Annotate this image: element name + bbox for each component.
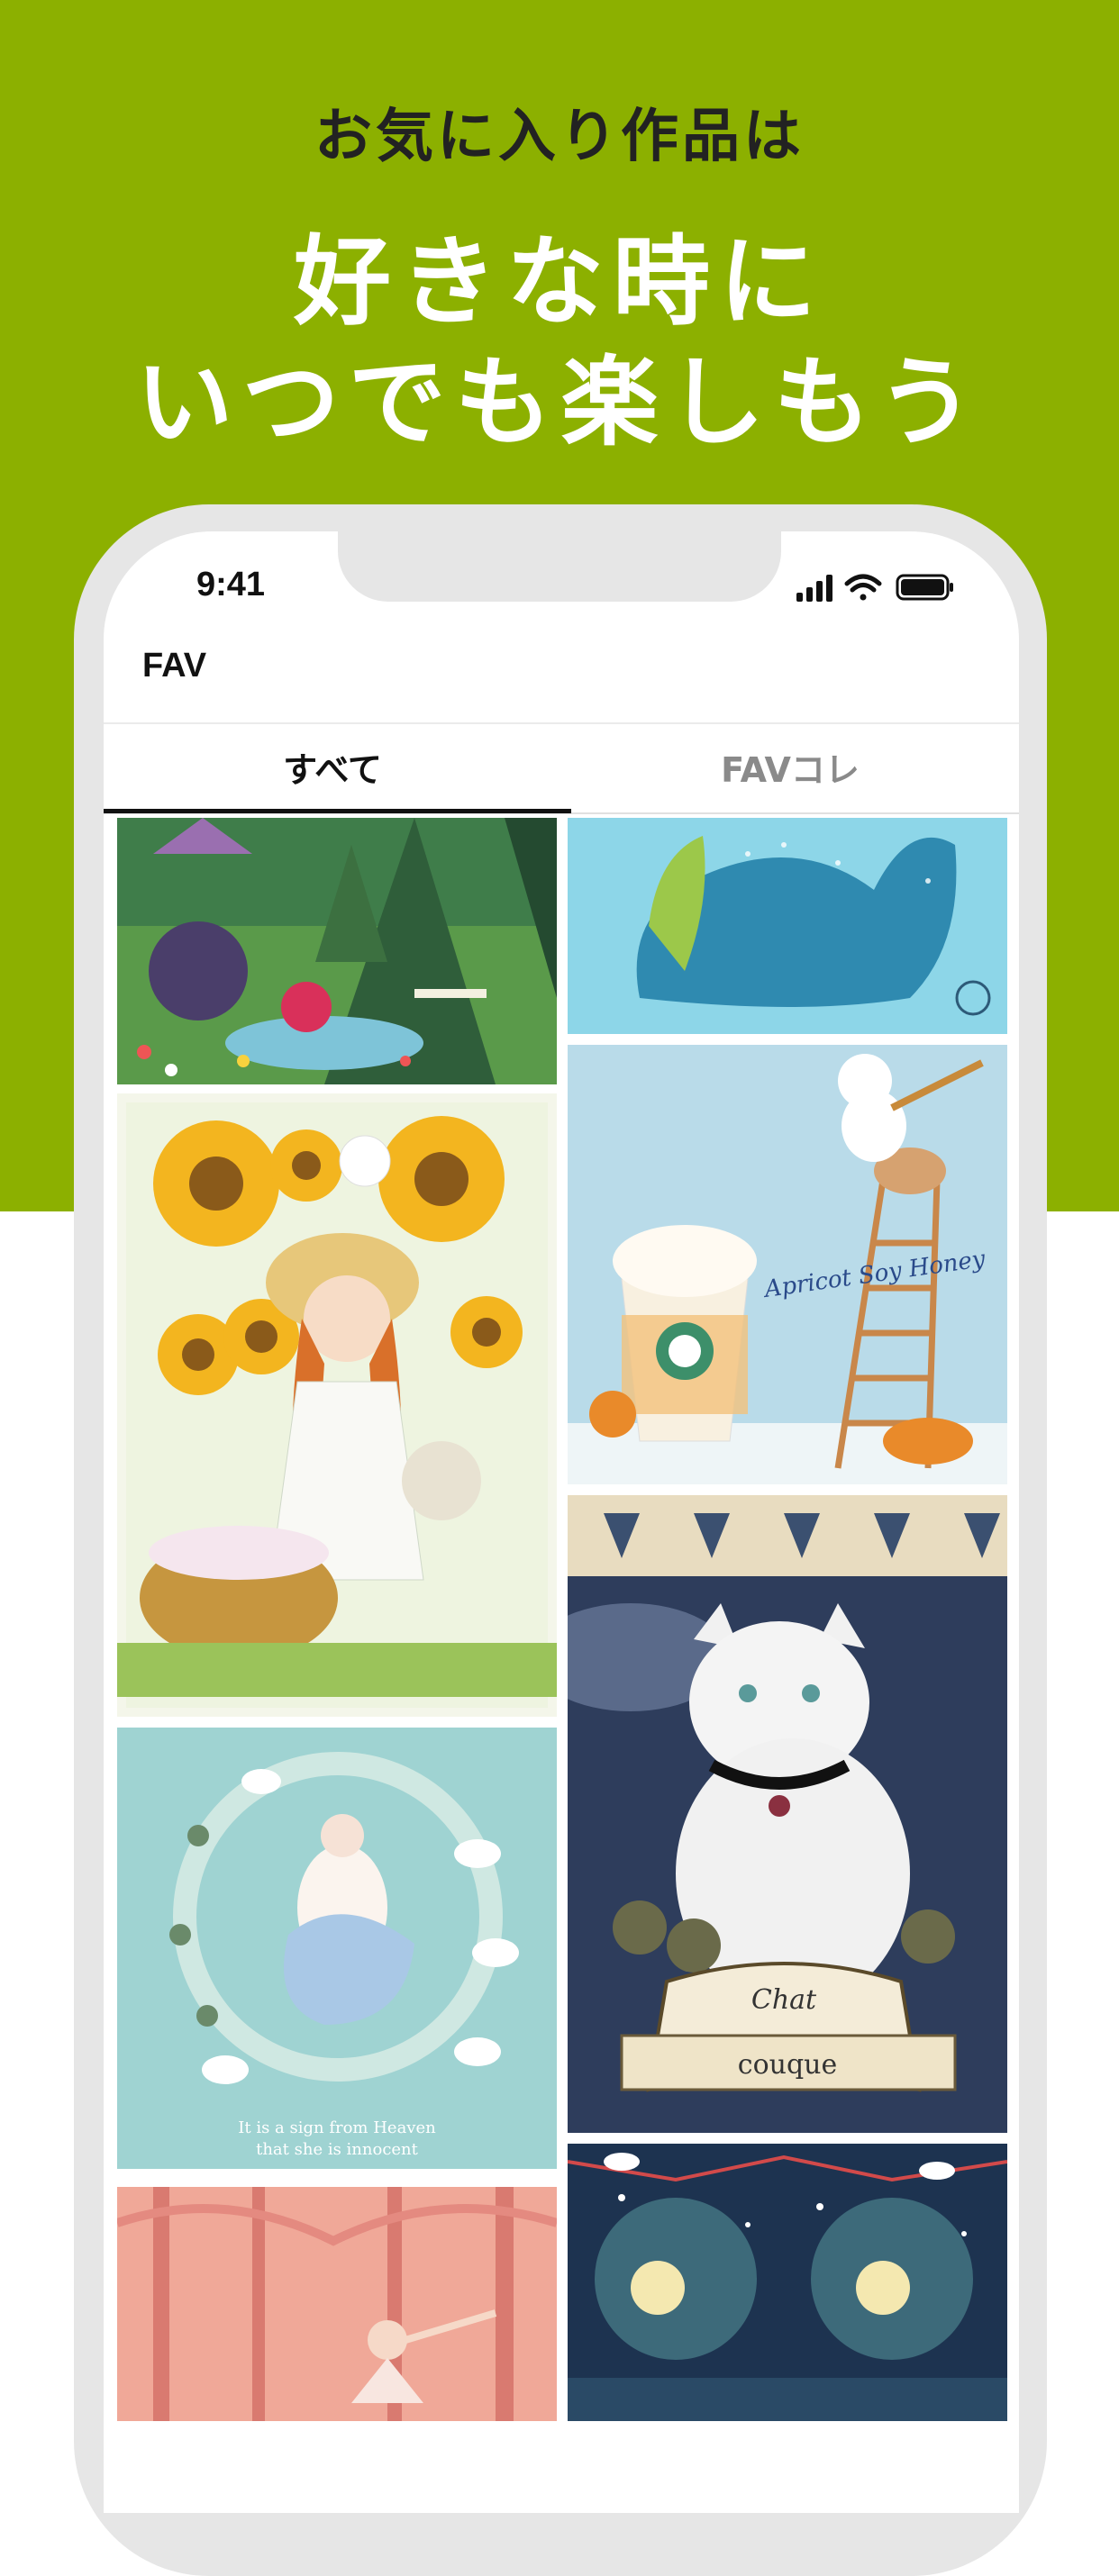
artwork-tile[interactable] bbox=[568, 818, 1007, 1034]
artwork-caption: Chat bbox=[751, 1984, 817, 2016]
active-tab-indicator bbox=[104, 809, 571, 813]
artwork-tile[interactable]: It is a sign from Heaven that she is inn… bbox=[117, 1728, 557, 2169]
night-forest-artwork bbox=[568, 2144, 1007, 2421]
tab-fav-collection[interactable]: FAVコレ bbox=[561, 730, 1019, 816]
wifi-icon bbox=[844, 574, 882, 601]
sunflower-girl-artwork bbox=[117, 1093, 557, 1717]
artwork-grid: It is a sign from Heaven that she is inn… bbox=[104, 818, 1019, 2421]
promo-subtitle: お気に入り作品は bbox=[314, 104, 805, 170]
artwork-tile[interactable] bbox=[117, 1093, 557, 1717]
battery-icon bbox=[896, 574, 953, 601]
app-title: FAV bbox=[142, 647, 207, 685]
artwork-caption: It is a sign from Heaven bbox=[238, 2118, 436, 2137]
artwork-caption: couque bbox=[738, 2049, 837, 2081]
artwork-caption: that she is innocent bbox=[256, 2140, 419, 2159]
header-divider bbox=[104, 722, 1019, 724]
promo-headline-line2: いつでも楽しもう bbox=[135, 347, 984, 459]
artwork-tile[interactable]: Apricot Soy Honey bbox=[568, 1045, 1007, 1484]
promo-headline-line1: 好きな時に bbox=[293, 226, 825, 339]
cellular-signal-icon bbox=[796, 575, 832, 602]
artwork-tile[interactable]: Chat couque bbox=[568, 1495, 1007, 2133]
status-icons bbox=[796, 571, 959, 603]
apricot-drink-polar-bear-artwork: Apricot Soy Honey bbox=[568, 1045, 1007, 1484]
pink-forest-dancer-artwork bbox=[117, 2187, 557, 2421]
blue-dinosaur-artwork bbox=[568, 818, 1007, 1034]
ballerina-swans-artwork: It is a sign from Heaven that she is inn… bbox=[117, 1728, 557, 2169]
artwork-tile[interactable] bbox=[117, 818, 557, 1084]
tab-all[interactable]: すべて bbox=[104, 730, 561, 816]
status-time: 9:41 bbox=[196, 566, 266, 603]
white-cat-artwork: Chat couque bbox=[568, 1495, 1007, 2133]
phone-notch bbox=[338, 531, 781, 602]
forest-characters-artwork bbox=[117, 818, 557, 1084]
artwork-tile[interactable] bbox=[568, 2144, 1007, 2421]
artwork-tile[interactable] bbox=[117, 2187, 557, 2421]
